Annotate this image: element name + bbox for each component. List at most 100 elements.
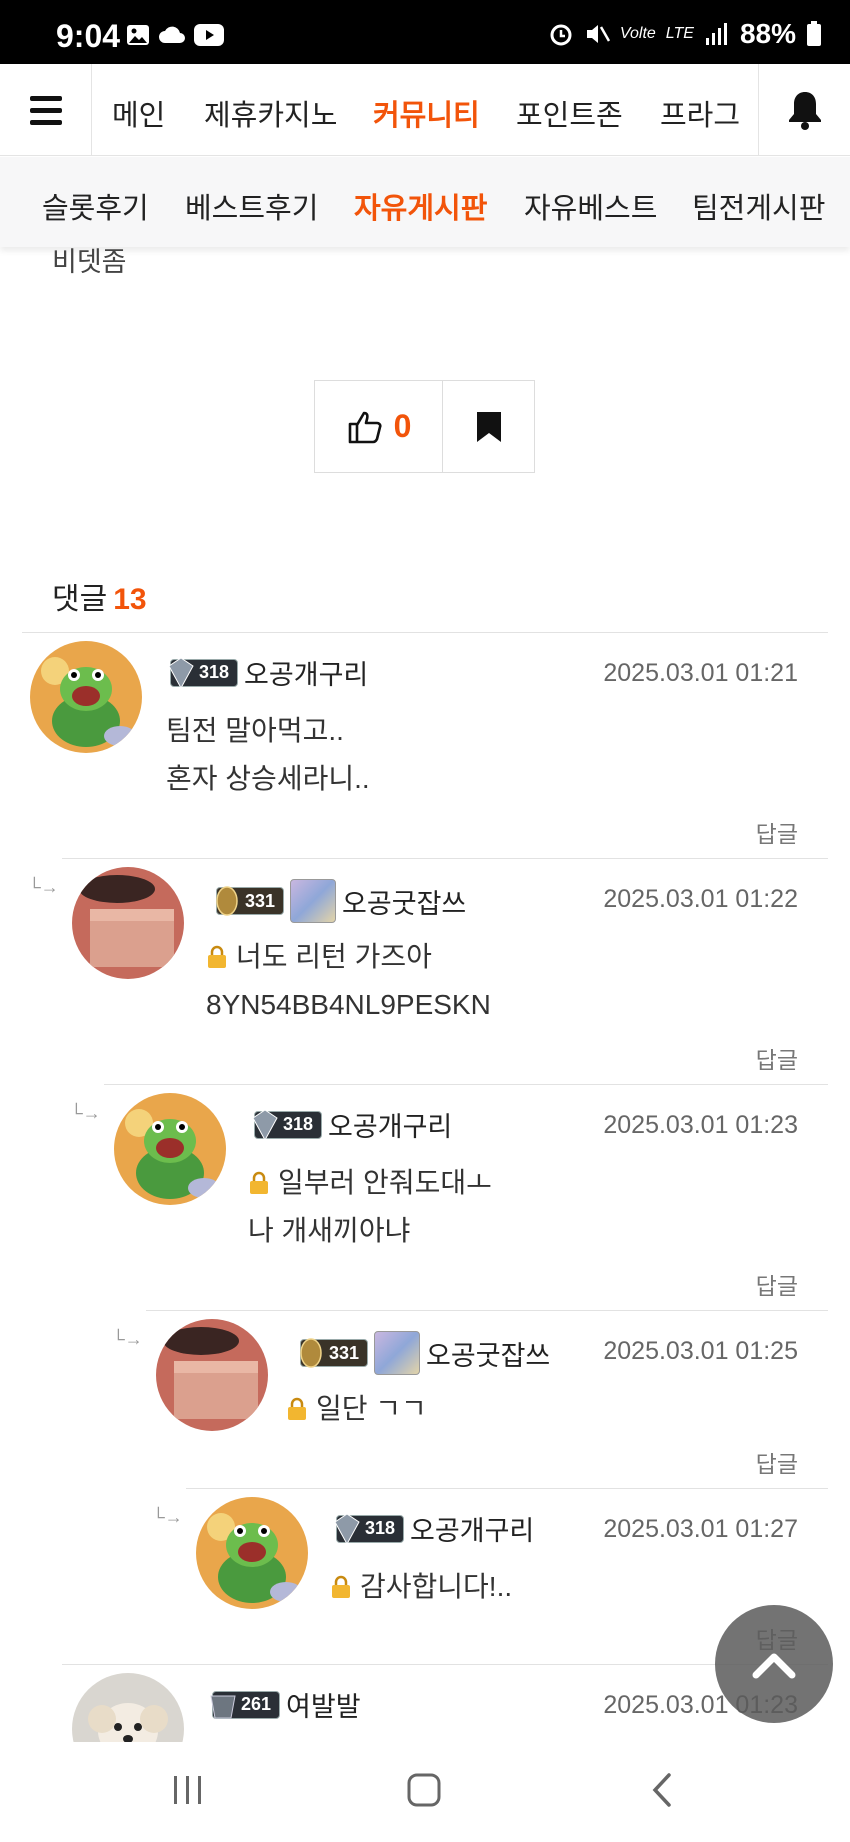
- avatar[interactable]: [72, 1673, 184, 1742]
- post-body-text: 비뎃좀: [52, 247, 127, 277]
- comment-item: └→ 261 여발발 2025.03.01 01:23: [62, 1664, 828, 1742]
- back-icon[interactable]: [650, 1772, 674, 1808]
- level-badge: 318: [334, 1512, 405, 1545]
- battery-icon: [807, 21, 821, 46]
- gem-icon: [210, 1695, 236, 1718]
- lock-icon: [250, 1171, 268, 1194]
- comment-text: 감사합니다!..: [330, 1563, 512, 1611]
- sub-nav: 슬롯후기 베스트후기 자유게시판 자유베스트 팀전게시판: [0, 157, 850, 247]
- gem-icon: [168, 656, 194, 689]
- comments-label: 댓글: [52, 583, 108, 616]
- bell-icon: [788, 92, 821, 130]
- reply-arrow-icon: └→: [112, 1329, 143, 1349]
- tab-free-best[interactable]: 자유베스트: [524, 185, 657, 227]
- comment-text: 너도 리턴 가즈아 8YN54BB4NL9PESKN: [206, 941, 491, 1020]
- comment-meta: 331 오공굿잡쓰: [300, 1331, 550, 1375]
- menu-icon[interactable]: [0, 64, 92, 156]
- gem-icon: [334, 1512, 360, 1545]
- status-bar: 9:04 Volte LTE 88%: [0, 0, 850, 64]
- post-actions: 0: [314, 380, 535, 473]
- comment-date: 2025.03.01 01:27: [603, 1515, 798, 1543]
- system-nav-bar: [0, 1742, 850, 1842]
- comment-text: 일부러 안줘도대ㅗ 나 개새끼아냐: [248, 1167, 492, 1246]
- comments-count: 13: [113, 583, 147, 616]
- comment-meta: 331 오공굿잡쓰: [216, 879, 466, 923]
- battery-percent: 88%: [739, 18, 796, 49]
- avatar[interactable]: [72, 867, 184, 979]
- youtube-icon: [194, 24, 224, 46]
- comment-date: 2025.03.01 01:21: [603, 659, 798, 687]
- thumbs-up-icon: [348, 411, 382, 443]
- lock-icon: [332, 1575, 350, 1598]
- comment-item: └→ 331 오공굿잡쓰 2025.03.01 01:22 너도 리턴 가즈아 …: [28, 858, 828, 1084]
- comment-author[interactable]: 오공굿잡쓰: [426, 1334, 550, 1373]
- volte-indicator: Volte: [619, 25, 656, 42]
- tab-best-review[interactable]: 베스트후기: [185, 185, 318, 227]
- comment-author[interactable]: 오공개구리: [244, 653, 368, 692]
- reply-button[interactable]: 답글: [756, 1267, 798, 1301]
- notification-icons: [126, 24, 224, 46]
- comment-date: 2025.03.01 01:23: [603, 1111, 798, 1139]
- avatar[interactable]: [156, 1319, 268, 1431]
- cloud-icon: [159, 26, 185, 43]
- lte-indicator: LTE: [665, 25, 694, 42]
- reply-button[interactable]: 답글: [756, 1041, 798, 1075]
- mute-icon: [586, 25, 610, 43]
- level-badge: 261: [210, 1690, 281, 1719]
- home-icon[interactable]: [406, 1772, 442, 1808]
- nav-item-community[interactable]: 커뮤니티: [373, 92, 480, 134]
- tab-team-board[interactable]: 팀전게시판: [692, 185, 825, 227]
- comment-date: 2025.03.01 01:25: [603, 1337, 798, 1365]
- avatar[interactable]: [196, 1497, 308, 1609]
- gem-icon: [252, 1108, 278, 1141]
- level-badge: 331: [216, 886, 285, 916]
- comment-author[interactable]: 오공개구리: [410, 1509, 534, 1548]
- level-badge: 331: [300, 1338, 369, 1368]
- reply-button[interactable]: 답글: [756, 815, 798, 849]
- lock-icon: [208, 945, 226, 968]
- like-button[interactable]: 0: [315, 381, 443, 472]
- tab-slot-review[interactable]: 슬롯후기: [42, 185, 149, 227]
- alarm-icon: [550, 24, 572, 46]
- nav-item-partner-casino[interactable]: 제휴카지노: [204, 92, 337, 134]
- scroll-to-top-button[interactable]: [715, 1605, 833, 1723]
- notifications-button[interactable]: [758, 64, 850, 156]
- comments-header: 댓글 13: [52, 574, 147, 618]
- reply-arrow-icon: └→: [28, 877, 59, 897]
- level-badge: 318: [168, 656, 239, 689]
- system-indicators: Volte LTE 88%: [548, 18, 822, 50]
- signal-icon: [705, 23, 727, 45]
- avatar[interactable]: [114, 1093, 226, 1205]
- top-nav: 메인 제휴카지노 커뮤니티 포인트존 프라그: [0, 64, 850, 156]
- nav-item-point-zone[interactable]: 포인트존: [516, 92, 623, 134]
- comment-item: └→ 331 오공굿잡쓰 2025.03.01 01:25 일단 ㄱㄱ 답글: [112, 1310, 828, 1488]
- bookmark-icon: [476, 411, 501, 442]
- gem-icon: [300, 1338, 322, 1368]
- avatar[interactable]: [30, 641, 142, 753]
- comment-meta: 261 여발발: [210, 1685, 361, 1724]
- gallery-icon: [127, 25, 149, 45]
- comment-author[interactable]: 여발발: [286, 1685, 361, 1724]
- comment-item: └→ 318 오공개구리 2025.03.01 01:23 일부러 안줘도대ㅗ …: [70, 1084, 828, 1310]
- comment-meta: 318 오공개구리: [252, 1105, 452, 1144]
- nav-item-main[interactable]: 메인: [112, 92, 165, 134]
- user-badge: [290, 879, 337, 923]
- recent-apps-icon[interactable]: [170, 1772, 206, 1808]
- reply-button[interactable]: 답글: [756, 1445, 798, 1479]
- comment-text: 팀전 말아먹고.. 혼자 상승세라니..: [166, 715, 370, 794]
- comment-item: 318 오공개구리 2025.03.01 01:21 팀전 말아먹고.. 혼자 …: [22, 632, 828, 858]
- chevron-up-icon: [752, 1653, 796, 1679]
- comment-author[interactable]: 오공개구리: [328, 1105, 452, 1144]
- comment-text: 일단 ㄱㄱ: [286, 1385, 427, 1433]
- comment-author[interactable]: 오공굿잡쓰: [342, 882, 466, 921]
- lock-icon: [288, 1397, 306, 1420]
- bookmark-button[interactable]: [443, 381, 534, 472]
- gem-icon: [216, 886, 238, 916]
- user-badge: [374, 1331, 421, 1375]
- level-badge: 318: [252, 1108, 323, 1141]
- comment-date: 2025.03.01 01:22: [603, 885, 798, 913]
- reply-arrow-icon: └→: [152, 1507, 183, 1527]
- nav-item-prag[interactable]: 프라그: [660, 92, 740, 134]
- status-time: 9:04: [56, 18, 121, 54]
- tab-free-board[interactable]: 자유게시판: [354, 185, 487, 227]
